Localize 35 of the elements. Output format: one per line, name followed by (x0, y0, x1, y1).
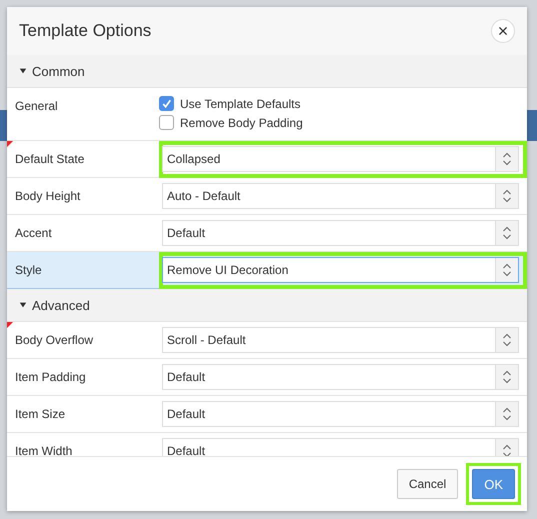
select-field[interactable]: Remove UI Decoration (162, 257, 519, 283)
cancel-button[interactable]: Cancel (396, 469, 458, 499)
select-field[interactable]: Default (162, 438, 519, 456)
option-label: Accent (14, 226, 53, 240)
select-field[interactable]: Collapsed (162, 146, 519, 172)
select-field[interactable]: Default (162, 401, 519, 427)
option-label: Item Width (14, 444, 74, 456)
close-button[interactable]: × (491, 19, 515, 43)
stepper-icon (501, 331, 513, 349)
option-label: Item Size (14, 407, 66, 421)
stepper-icon (501, 442, 513, 456)
stepper-icon (501, 261, 513, 279)
stepper-icon (501, 187, 513, 205)
dialog-title: Template Options (19, 21, 152, 41)
check-icon (160, 97, 173, 110)
stepper-icon (501, 405, 513, 423)
stepper-icon (501, 150, 513, 168)
option-label: Default State (14, 152, 86, 166)
option-label: General (14, 98, 59, 113)
option-label: Item Padding (14, 370, 87, 384)
checkbox[interactable]: Use Template Defaults (159, 96, 303, 111)
stepper-icon (501, 224, 513, 242)
triangle-icon (19, 67, 27, 75)
section-header[interactable]: Advanced (7, 289, 527, 322)
select-field[interactable]: Default (162, 364, 519, 390)
select-field[interactable]: Auto - Default (162, 183, 519, 209)
select-field[interactable]: Default (162, 220, 519, 246)
checkbox[interactable]: Remove Body Padding (159, 115, 303, 130)
option-label: Body Overflow (14, 333, 94, 347)
select-field[interactable]: Scroll - Default (162, 327, 519, 353)
stepper-icon (501, 368, 513, 386)
triangle-icon (19, 301, 27, 309)
option-label: Style (14, 263, 43, 277)
section-header[interactable]: Common (7, 55, 527, 88)
option-label: Body Height (14, 189, 82, 203)
